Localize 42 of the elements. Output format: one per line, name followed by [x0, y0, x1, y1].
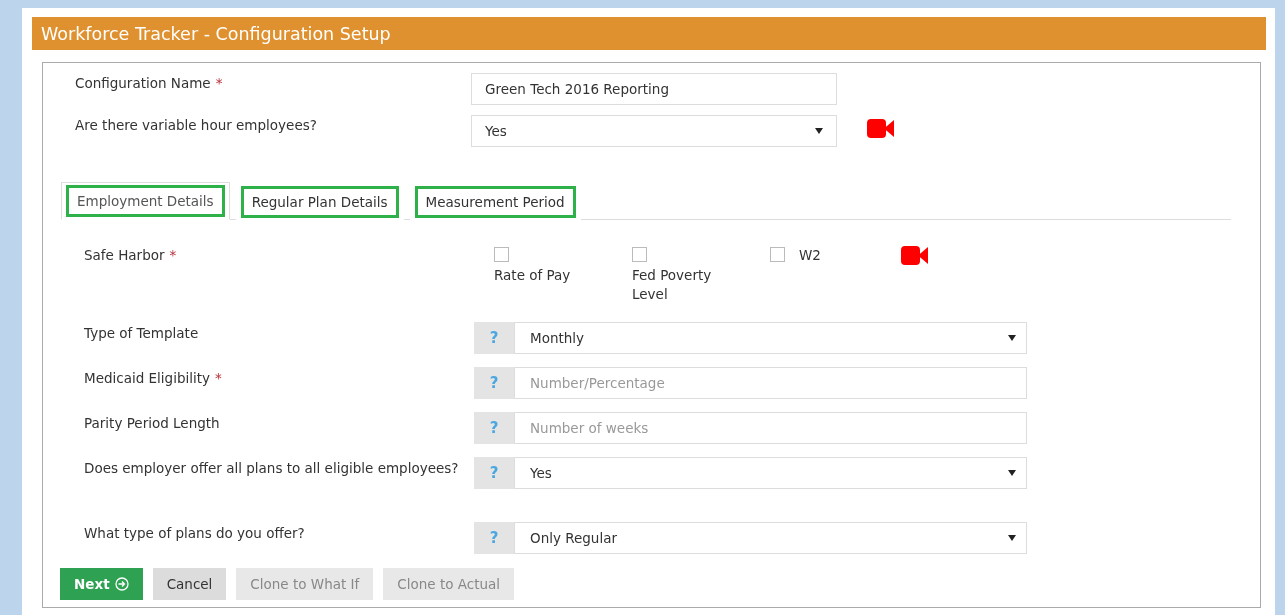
tab[interactable]: Measurement Period	[414, 185, 576, 218]
field-label: Type of Template	[84, 324, 199, 342]
video-camera-icon[interactable]	[900, 246, 928, 265]
checkbox[interactable]	[494, 247, 509, 262]
field-label: What type of plans do you offer?	[84, 524, 305, 542]
caret-icon	[1008, 335, 1016, 341]
field-label: Are there variable hour employees?	[75, 116, 317, 134]
checkbox-label: Rate of Pay	[494, 266, 572, 285]
action-button[interactable]: Cancel	[152, 568, 227, 600]
field-label: Medicaid Eligibility	[84, 369, 211, 387]
field-label: Does employer offer all plans to all eligible employees?	[84, 459, 459, 477]
tab[interactable]: Employment Details	[66, 185, 225, 217]
caret-icon	[1008, 470, 1016, 476]
input-field[interactable]: Number of weeks	[514, 412, 1027, 444]
select-field[interactable]: Yes	[514, 457, 1027, 489]
field-label: Safe Harbor	[84, 246, 165, 264]
help-icon[interactable]: ?	[474, 367, 514, 399]
help-icon[interactable]: ?	[474, 457, 514, 489]
help-icon[interactable]: ?	[474, 522, 514, 554]
select-field[interactable]: Yes	[471, 115, 837, 147]
input-field[interactable]: Number/Percentage	[514, 367, 1027, 399]
select-field[interactable]: Monthly	[514, 322, 1027, 354]
field-label: Parity Period Length	[84, 414, 220, 432]
next-button[interactable]: Next	[60, 568, 143, 600]
help-icon[interactable]: ?	[474, 412, 514, 444]
help-icon[interactable]: ?	[474, 322, 514, 354]
checkbox[interactable]	[632, 247, 647, 262]
text-field[interactable]: Green Tech 2016 Reporting	[471, 73, 837, 105]
arrow-circle-icon	[114, 577, 129, 591]
required-mark: *	[215, 369, 222, 387]
window-title: Workforce Tracker - Configuration Setup	[41, 23, 391, 44]
required-mark: *	[169, 246, 177, 264]
checkbox-label: Fed Poverty Level	[632, 266, 713, 304]
video-camera-icon[interactable]	[867, 119, 894, 138]
select-field[interactable]: Only Regular	[514, 522, 1027, 554]
checkbox-label: W2	[799, 246, 821, 265]
required-mark: *	[215, 74, 223, 92]
caret-icon	[815, 128, 823, 134]
checkbox[interactable]	[770, 247, 785, 262]
caret-icon	[1008, 535, 1016, 541]
field-label: Configuration Name	[75, 74, 211, 92]
tab[interactable]: Regular Plan Details	[240, 185, 399, 218]
